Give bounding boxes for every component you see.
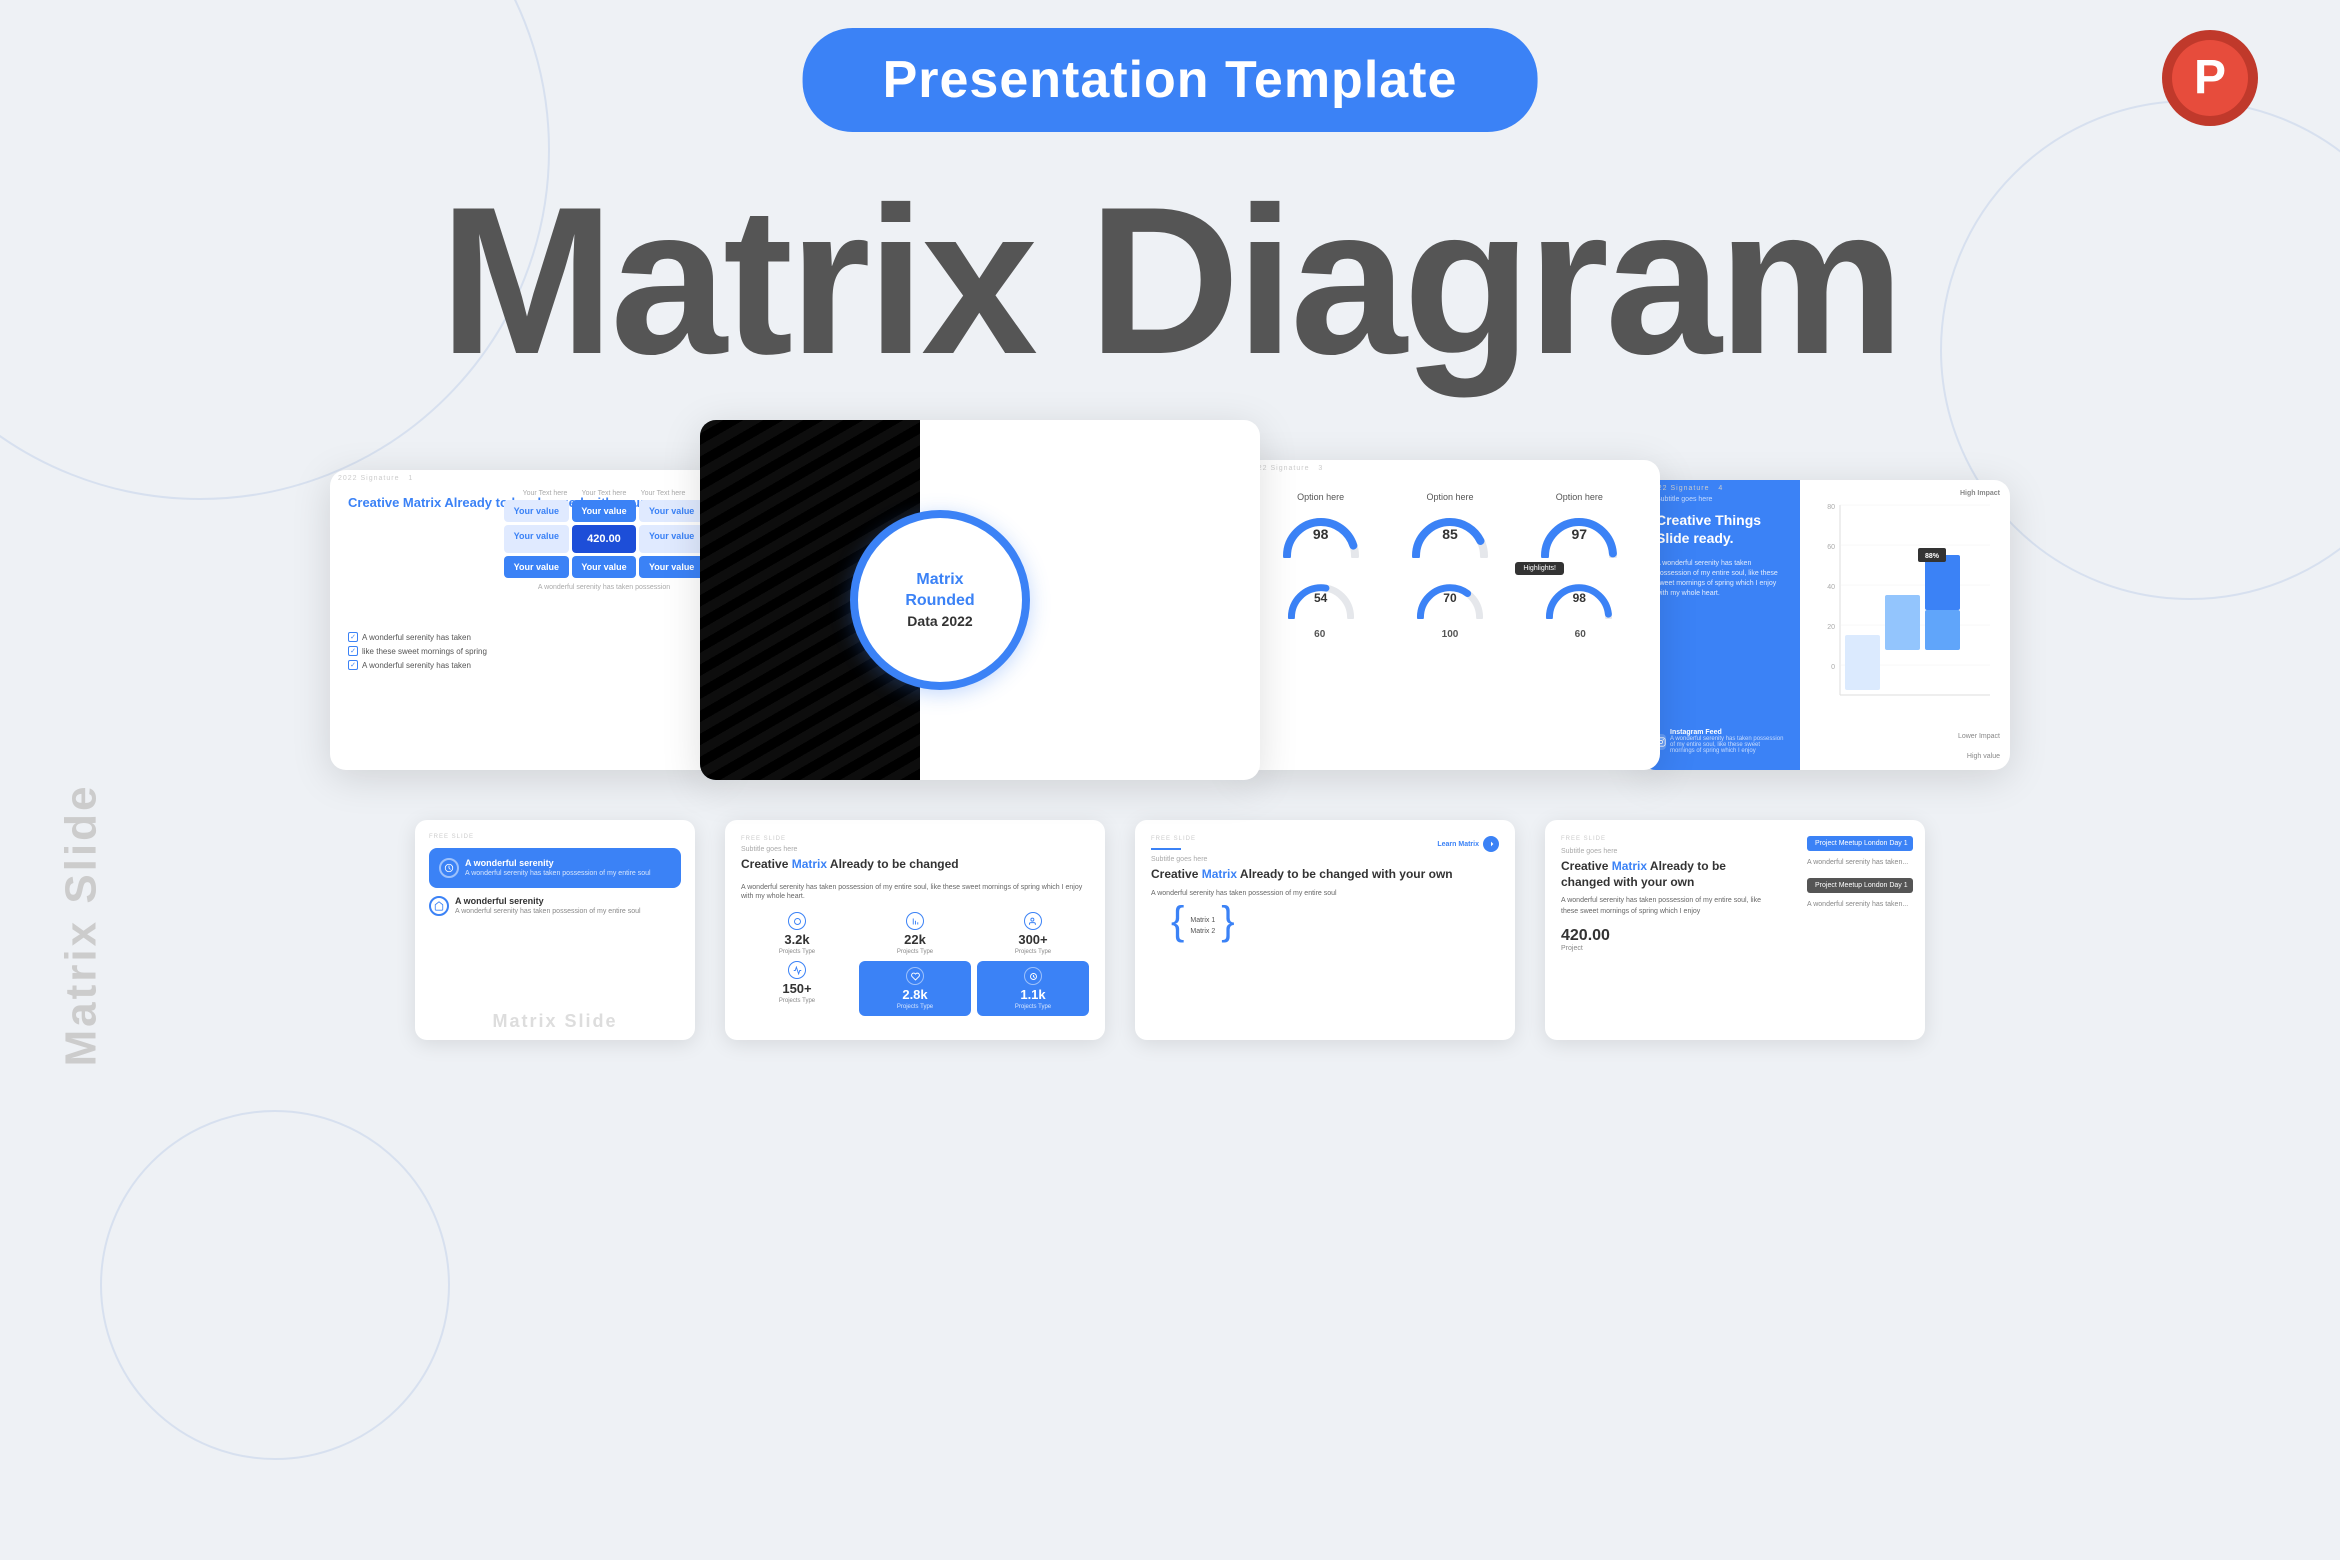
matrix-cell: Your value bbox=[504, 556, 569, 578]
fr-ig-sub: A wonderful serenity has taken possessio… bbox=[1670, 736, 1784, 754]
bc1-item2-sub: A wonderful serenity has taken possessio… bbox=[455, 908, 641, 915]
stat-label-2: Projects Type bbox=[897, 949, 933, 955]
bc2-guideline: Subtitle goes here bbox=[741, 846, 1089, 853]
bc2-stats-grid: 3.2k Projects Type 22k Projects Type 300… bbox=[741, 912, 1089, 1016]
bc1-item1-sub: A wonderful serenity has taken possessio… bbox=[465, 870, 651, 877]
bc1-item1-title: A wonderful serenity bbox=[465, 858, 651, 868]
svg-text:40: 40 bbox=[1827, 584, 1835, 591]
bc1-page-label: FREE SLIDE bbox=[429, 834, 681, 840]
bottom-card-1: FREE SLIDE A wonderful serenity A wonder… bbox=[415, 820, 695, 1040]
option-3: Option here bbox=[1556, 492, 1603, 502]
fr-ig-label: Instagram Feed bbox=[1670, 729, 1784, 736]
matrix-cell: Your value bbox=[572, 556, 637, 578]
stat-blue-2: 1.1k Projects Type bbox=[977, 961, 1089, 1016]
highlights-badge: Highlights! bbox=[1515, 562, 1564, 575]
bottom-card-2: FREE SLIDE Subtitle goes here Creative M… bbox=[725, 820, 1105, 1040]
gauge-val-8: 100 bbox=[1442, 629, 1459, 640]
bc3-title: Creative Matrix Already to be changed wi… bbox=[1151, 867, 1499, 883]
matrix-cell: Your value bbox=[504, 525, 569, 553]
bc3-body: A wonderful serenity has taken possessio… bbox=[1151, 889, 1499, 900]
gauge-value-3: 97 bbox=[1572, 526, 1588, 542]
fr-instagram: Instagram Feed A wonderful serenity has … bbox=[1656, 729, 1784, 754]
circle-line2: Rounded bbox=[905, 591, 974, 612]
bottom-card-3: FREE SLIDE Subtitle goes here Creative M… bbox=[1135, 820, 1515, 1040]
bc3-accent-line bbox=[1151, 848, 1181, 850]
stat-label-3: Projects Type bbox=[1015, 949, 1051, 955]
fr-title: Creative Things Slide ready. bbox=[1656, 511, 1784, 547]
svg-text:60: 60 bbox=[1827, 544, 1835, 551]
svg-text:P: P bbox=[2194, 51, 2226, 104]
stat-value-1: 3.2k bbox=[784, 932, 809, 947]
option-2: Option here bbox=[1426, 492, 1473, 502]
svg-text:80: 80 bbox=[1827, 504, 1835, 511]
slide-right-1: 2022 Signature 3 Option here Option here… bbox=[1240, 460, 1660, 770]
svg-text:20: 20 bbox=[1827, 624, 1835, 631]
matrix-cell: Your value bbox=[572, 500, 637, 522]
main-title: Matrix Diagram bbox=[0, 160, 2340, 402]
gauge-value-6: 98 bbox=[1573, 591, 1586, 605]
stat-label-6: Projects Type bbox=[1015, 1004, 1051, 1010]
matrix-cell: Your value bbox=[639, 556, 704, 578]
gauge-val-7: 60 bbox=[1314, 629, 1325, 640]
stat-value-3: 300+ bbox=[1018, 932, 1047, 947]
svg-text:0: 0 bbox=[1831, 664, 1835, 671]
bc3-guideline: Subtitle goes here bbox=[1151, 856, 1499, 863]
fr-body: A wonderful serenity has taken possessio… bbox=[1656, 559, 1784, 598]
bottom-card-4: FREE SLIDE Subtitle goes here Creative M… bbox=[1545, 820, 1925, 1040]
bc3-learn-matrix: Learn Matrix bbox=[1437, 836, 1499, 852]
bc1-item-blue: A wonderful serenity A wonderful serenit… bbox=[429, 848, 681, 888]
high-value-label: High value bbox=[1967, 753, 2000, 760]
circle-line1: Matrix bbox=[905, 570, 974, 591]
svg-text:88%: 88% bbox=[1925, 553, 1940, 560]
stat-value-5: 2.8k bbox=[902, 987, 927, 1002]
stat-label-1: Projects Type bbox=[779, 949, 815, 955]
stat-blue-1: 2.8k Projects Type bbox=[859, 961, 971, 1016]
bc2-body: A wonderful serenity has taken possessio… bbox=[741, 883, 1089, 903]
gauge-value-5: 70 bbox=[1443, 591, 1456, 605]
header-badge: Presentation Template bbox=[803, 28, 1538, 132]
bc4-title: Creative Matrix Already to be changed wi… bbox=[1561, 859, 1761, 890]
bottom-slides: FREE SLIDE A wonderful serenity A wonder… bbox=[0, 820, 2340, 1040]
slide-center: 2022 Signature 3 bbox=[700, 420, 1260, 780]
bc4-tag-1-sub: A wonderful serenity has taken... bbox=[1807, 859, 1913, 866]
gauge-value-4: 54 bbox=[1314, 591, 1327, 605]
left1-footer: A wonderful serenity has taken possessio… bbox=[504, 584, 704, 591]
gauge-value-2: 85 bbox=[1442, 526, 1458, 542]
option-1: Option here bbox=[1297, 492, 1344, 502]
gauge-value-1: 98 bbox=[1313, 526, 1329, 542]
circle-line3: Data 2022 bbox=[905, 612, 974, 630]
matrix-scatter-chart: 80 60 40 20 0 bbox=[1810, 495, 2000, 735]
slide-left-1: 2022 Signature 1 Creative Matrix Already… bbox=[330, 470, 720, 770]
bc4-body: A wonderful serenity has taken possessio… bbox=[1561, 896, 1761, 917]
stat-value-2: 22k bbox=[904, 932, 926, 947]
stat-value-4: 150+ bbox=[782, 981, 811, 996]
bc4-tag-1: Project Meetup London Day 1 bbox=[1807, 836, 1913, 851]
bc4-tags-panel: Project Meetup London Day 1 A wonderful … bbox=[1795, 820, 1925, 1040]
slide-far-right: 2022 Signature 4 Subtitle goes here Crea… bbox=[1640, 480, 2010, 770]
stat-label-4: Projects Type bbox=[779, 998, 815, 1004]
bc2-title: Creative Matrix Already to be changed bbox=[741, 857, 1089, 873]
bc3-matrix-braces: { Matrix 1 Matrix 2 } bbox=[1171, 911, 1499, 941]
fr-guideline: Subtitle goes here bbox=[1656, 496, 1784, 503]
far-right-chart-panel: High Impact Lower Impact High value 80 6… bbox=[1800, 480, 2010, 770]
matrix-cell-highlight: 420.00 bbox=[572, 525, 637, 553]
matrix-cell: Your value bbox=[639, 525, 704, 553]
stat-value-6: 1.1k bbox=[1020, 987, 1045, 1002]
bc1-item-white: A wonderful serenity A wonderful serenit… bbox=[429, 896, 681, 916]
far-right-blue-panel: Subtitle goes here Creative Things Slide… bbox=[1640, 480, 1800, 770]
matrix-circle: Matrix Rounded Data 2022 bbox=[850, 510, 1030, 690]
bc2-page-label: FREE SLIDE bbox=[741, 836, 1089, 842]
bc4-tag-2: Project Meetup London Day 1 bbox=[1807, 878, 1913, 893]
ppt-icon: P bbox=[2160, 28, 2260, 128]
bc1-label: Matrix Slide bbox=[415, 1011, 695, 1032]
bc1-item2-title: A wonderful serenity bbox=[455, 896, 641, 906]
matrix-cell: Your value bbox=[639, 500, 704, 522]
slides-row: 2022 Signature 1 Creative Matrix Already… bbox=[0, 440, 2340, 780]
stat-label-5: Projects Type bbox=[897, 1004, 933, 1010]
left1-checks: ✓A wonderful serenity has taken ✓like th… bbox=[348, 632, 702, 670]
bc4-tag-2-sub: A wonderful serenity has taken... bbox=[1807, 901, 1913, 908]
badge-label: Presentation Template bbox=[883, 51, 1458, 109]
gauge-val-9: 60 bbox=[1575, 629, 1586, 640]
matrix-cell: Your value bbox=[504, 500, 569, 522]
